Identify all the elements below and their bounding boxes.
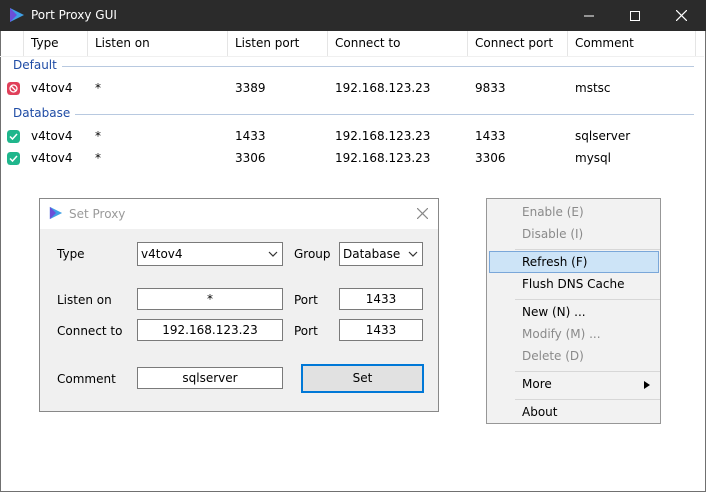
header-divider [0,56,704,57]
group-select[interactable]: Database [339,242,423,266]
close-icon [675,10,687,21]
listen-on-input[interactable]: * [137,288,283,310]
menu-item-disable[interactable]: Disable (I) [522,227,583,241]
set-button[interactable]: Set [301,364,424,393]
menu-separator [515,371,660,372]
maximize-icon [630,10,640,21]
listen-port-input[interactable]: 1433 [339,288,423,310]
dialog-title-bar: Set Proxy [40,199,438,229]
menu-separator [515,399,660,400]
cell-listen-on: * [95,151,101,165]
connect-to-label: Connect to [57,324,123,338]
chevron-down-icon [408,251,418,257]
menu-item-modify[interactable]: Modify (M) ... [522,327,601,341]
title-bar: Port Proxy GUI [0,0,706,31]
cell-connect-port: 9833 [475,81,506,95]
cell-listen-port: 3306 [235,151,266,165]
column-header-connect-to[interactable]: Connect to [328,31,468,56]
column-header-connect-port[interactable]: Connect port [468,31,568,56]
group-label: Group [294,247,331,261]
cell-type: v4tov4 [31,81,73,95]
listen-port-label: Port [294,293,318,307]
cell-connect-to: 192.168.123.23 [335,81,431,95]
close-button[interactable] [658,0,704,31]
chevron-down-icon [268,251,278,257]
cell-listen-on: * [95,81,101,95]
menu-separator [515,249,660,250]
cell-comment: mysql [575,151,611,165]
menu-separator [515,299,660,300]
minimize-button[interactable] [566,0,612,31]
cell-listen-port: 1433 [235,129,266,143]
cell-comment: sqlserver [575,129,631,143]
disabled-status-icon [7,82,20,95]
column-header-type[interactable]: Type [24,31,88,56]
enabled-check-icon [7,130,20,143]
connect-port-input[interactable]: 1433 [339,319,423,341]
close-icon[interactable] [417,208,428,219]
cell-type: v4tov4 [31,151,73,165]
enabled-check-icon [7,152,20,165]
cell-connect-port: 1433 [475,129,506,143]
cell-type: v4tov4 [31,129,73,143]
context-menu: Enable (E) Disable (I) Refresh (F) Flush… [486,198,661,424]
column-header-comment[interactable]: Comment [568,31,696,56]
cell-comment: mstsc [575,81,611,95]
cell-listen-on: * [95,129,101,143]
set-proxy-dialog: Set Proxy Type v4tov4 Group Database Lis… [39,198,439,412]
chevron-right-icon [644,381,650,389]
menu-item-more[interactable]: More [522,377,552,391]
menu-item-flush-dns[interactable]: Flush DNS Cache [522,277,624,291]
window-title: Port Proxy GUI [31,8,117,22]
app-logo-icon [49,206,63,220]
group-divider [75,114,694,115]
connect-port-label: Port [294,324,318,338]
cell-connect-to: 192.168.123.23 [335,129,431,143]
maximize-button[interactable] [612,0,658,31]
column-header-listen-port[interactable]: Listen port [228,31,328,56]
column-header-status[interactable] [0,31,24,56]
menu-item-enable[interactable]: Enable (E) [522,205,584,219]
group-header-default[interactable]: Default [13,58,57,72]
menu-item-delete[interactable]: Delete (D) [522,349,584,363]
dialog-title: Set Proxy [69,207,126,221]
group-header-database[interactable]: Database [13,106,70,120]
minimize-icon [584,15,594,16]
app-logo-icon [10,8,24,22]
menu-item-about[interactable]: About [522,405,557,419]
group-divider [62,66,694,67]
menu-item-refresh[interactable]: Refresh (F) [522,255,587,269]
connect-to-input[interactable]: 192.168.123.23 [137,319,283,341]
comment-label: Comment [57,372,116,386]
cell-connect-to: 192.168.123.23 [335,151,431,165]
type-select[interactable]: v4tov4 [137,242,283,266]
type-value: v4tov4 [141,247,183,261]
group-value: Database [343,247,401,261]
menu-item-new[interactable]: New (N) ... [522,305,586,319]
type-label: Type [57,247,85,261]
comment-input[interactable]: sqlserver [137,367,283,389]
cell-listen-port: 3389 [235,81,266,95]
column-header-listen-on[interactable]: Listen on [88,31,228,56]
listen-on-label: Listen on [57,293,112,307]
cell-connect-port: 3306 [475,151,506,165]
